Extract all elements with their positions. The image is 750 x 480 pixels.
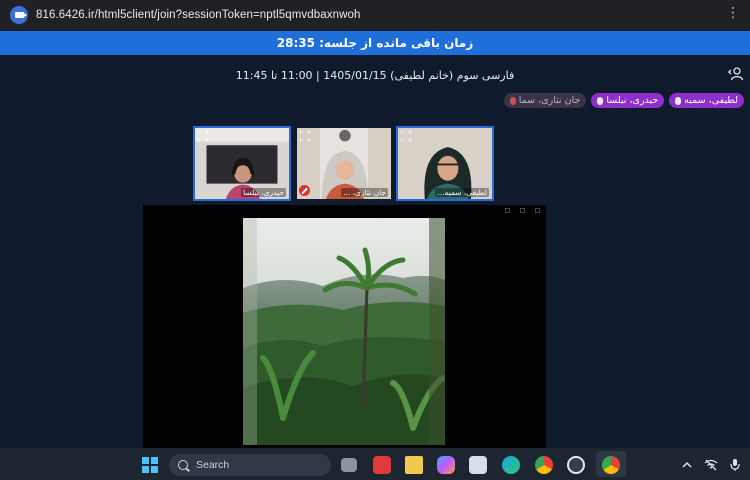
- minimize-icon: [505, 208, 510, 213]
- webcam-name: لطیفی، سمیه...: [435, 188, 489, 197]
- webcam-name: حیدری، نیلسا: [241, 188, 286, 197]
- fullscreen-icon[interactable]: [401, 131, 411, 141]
- app-red-icon[interactable]: [373, 456, 391, 474]
- talking-chip[interactable]: جان نثاری، سما: [503, 93, 587, 108]
- maximize-icon: [520, 208, 525, 213]
- webcam-tile[interactable]: جان نثاری، ...: [295, 126, 393, 201]
- microphone-muted-icon: [509, 96, 516, 105]
- talking-indicators: لطیفی، سمیه حیدری، نیلسا جان نثاری، سما: [503, 93, 744, 108]
- fullscreen-icon[interactable]: [198, 131, 208, 141]
- microphone-icon: [597, 96, 604, 105]
- close-icon: [535, 208, 540, 213]
- url-text[interactable]: 816.6426.ir/html5client/join?sessionToke…: [36, 9, 361, 21]
- search-icon: [178, 460, 188, 470]
- talking-chip[interactable]: حیدری، نیلسا: [591, 93, 665, 108]
- talking-chip-label: لطیفی، سمیه: [684, 95, 738, 106]
- windows-taskbar: Search: [0, 448, 750, 480]
- microsoft-store-icon[interactable]: [469, 456, 487, 474]
- talking-chip-label: جان نثاری، سما: [518, 95, 581, 106]
- users-list-icon[interactable]: [728, 67, 744, 81]
- meeting-area: فارسی سوم (خانم لطیفی) 1405/01/15 | 11:0…: [0, 55, 750, 448]
- microphone-tray-icon[interactable]: [730, 458, 740, 472]
- session-title: فارسی سوم (خانم لطیفی) 1405/01/15 | 11:0…: [235, 69, 515, 82]
- screen: 816.6426.ir/html5client/join?sessionToke…: [0, 0, 750, 480]
- talking-chip-label: حیدری، نیلسا: [606, 95, 659, 106]
- chrome-icon[interactable]: [535, 456, 553, 474]
- webcam-name: جان نثاری، ...: [341, 188, 388, 197]
- copilot-icon[interactable]: [437, 456, 455, 474]
- windows-start-icon[interactable]: [142, 457, 158, 473]
- webcam-tile[interactable]: لطیفی، سمیه...: [396, 126, 494, 201]
- edge-browser-icon[interactable]: [502, 456, 520, 474]
- file-explorer-icon[interactable]: [405, 456, 423, 474]
- task-view-icon[interactable]: [341, 458, 357, 472]
- site-camera-icon: [10, 6, 28, 24]
- more-menu-icon[interactable]: ⋮: [726, 6, 740, 20]
- webcam-strip: حیدری، نیلسا جان نثاری، ... لطیفی، سمیه.…: [193, 126, 496, 201]
- screenshare-view[interactable]: [143, 205, 546, 448]
- microphone-icon: [675, 96, 682, 105]
- webcam-tile[interactable]: حیدری، نیلسا: [193, 126, 291, 201]
- talking-chip[interactable]: لطیفی، سمیه: [669, 93, 744, 108]
- wifi-off-icon[interactable]: [704, 459, 718, 471]
- session-timer-banner: زمان باقی مانده از جلسه: 28:35: [0, 31, 750, 55]
- session-timer-text: زمان باقی مانده از جلسه: 28:35: [276, 36, 474, 50]
- chevron-up-icon[interactable]: [682, 461, 692, 469]
- shared-forest-photo: [243, 218, 445, 445]
- media-player-icon[interactable]: [567, 456, 585, 474]
- fullscreen-icon[interactable]: [300, 131, 310, 141]
- screenshare-window-controls: [505, 208, 540, 213]
- chrome-active-icon[interactable]: [602, 456, 620, 474]
- browser-address-bar: 816.6426.ir/html5client/join?sessionToke…: [0, 0, 750, 30]
- system-tray: [682, 458, 740, 472]
- taskbar-search[interactable]: Search: [169, 454, 331, 476]
- mic-muted-icon: [299, 185, 310, 196]
- taskbar-search-placeholder: Search: [196, 459, 230, 471]
